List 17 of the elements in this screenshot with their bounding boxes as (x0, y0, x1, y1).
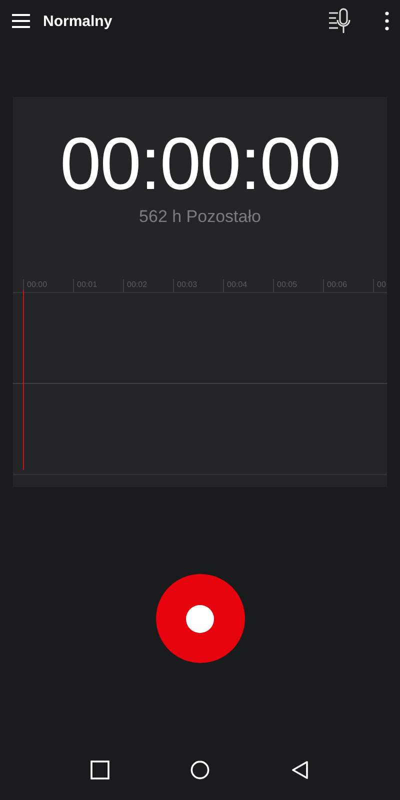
back-icon[interactable] (290, 760, 310, 780)
timeline-tick-label: 00:04 (223, 279, 273, 292)
more-icon (384, 11, 390, 31)
menu-button[interactable] (11, 13, 31, 29)
recording-mode-title: Normalny (43, 12, 114, 30)
timeline-tick-label: 00:05 (273, 279, 323, 292)
remaining-time: 562 h Pozostało (138, 207, 262, 227)
home-icon[interactable] (190, 760, 210, 780)
recents-icon[interactable] (90, 760, 110, 780)
more-options-button[interactable] (384, 11, 390, 31)
timer-display: 00:00:00 (58, 123, 342, 205)
timeline-tick-label: 00:01 (73, 279, 123, 292)
timeline-tick-label: 00:03 (173, 279, 223, 292)
timeline-tick-label: 00:02 (123, 279, 173, 292)
menu-icon (11, 13, 31, 29)
timeline-tick-label: 00 (373, 279, 387, 292)
timeline-tick-label: 00:06 (323, 279, 373, 292)
